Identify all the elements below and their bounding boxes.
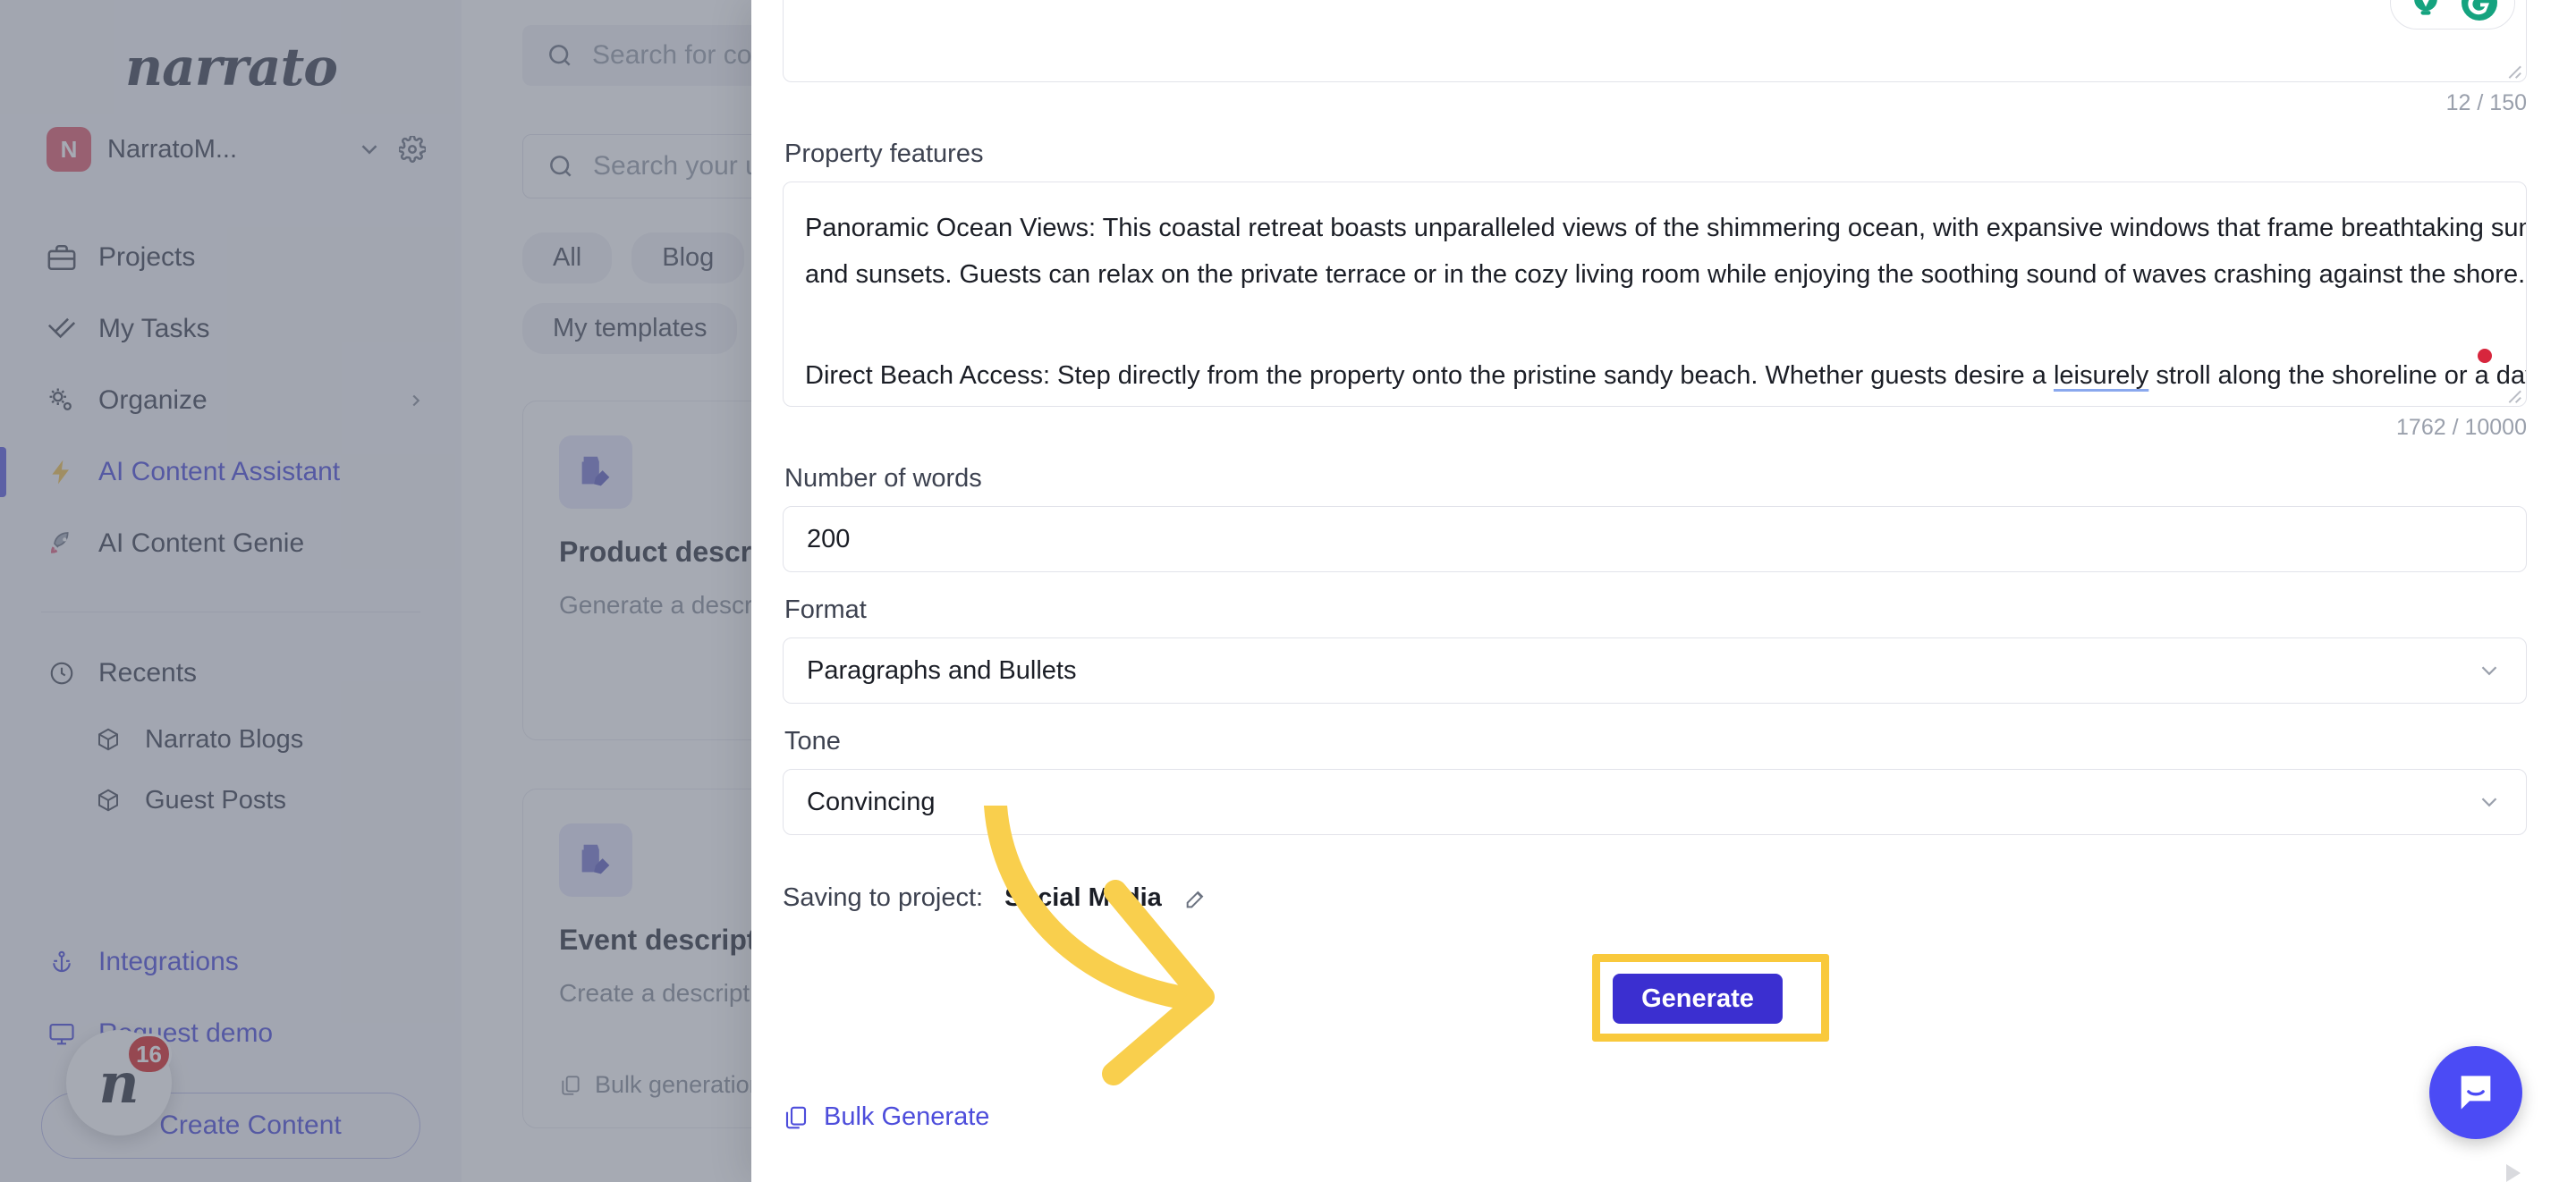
scroll-indicator-icon[interactable] — [2506, 1164, 2521, 1182]
copy-icon — [785, 1106, 807, 1128]
annotation-arrow — [984, 806, 1215, 1085]
grammarly-g-icon[interactable] — [2457, 0, 2502, 25]
intercom-chat-icon — [2461, 1076, 2491, 1110]
property-features-label: Property features — [784, 139, 984, 168]
line-text-before: Direct Beach Access: Step directly from … — [805, 361, 2054, 391]
textarea-line-with-suggestion: Direct Beach Access: Step directly from … — [805, 353, 2526, 400]
saving-to-project-label: Saving to project: — [783, 883, 984, 912]
ai-content-assistant-panel: 12 / 150 Property features Panoramic Oce… — [751, 0, 2576, 1182]
top-field-counter: 12 / 150 — [2445, 90, 2527, 115]
generate-button[interactable]: Generate — [1613, 974, 1783, 1024]
number-of-words-label: Number of words — [784, 464, 982, 493]
grammarly-suggestion-word[interactable]: leisurely — [2054, 361, 2148, 390]
property-features-textarea[interactable]: Panoramic Ocean Views: This coastal retr… — [783, 182, 2527, 407]
tone-label: Tone — [784, 727, 841, 756]
format-value: Paragraphs and Bullets — [807, 655, 1077, 685]
textarea-line: Panoramic Ocean Views: This coastal retr… — [805, 214, 2527, 242]
resize-handle-icon[interactable] — [2503, 384, 2522, 404]
screen-root: narrato N NarratoM... Projects — [0, 0, 2576, 1182]
format-select[interactable]: Paragraphs and Bullets — [783, 637, 2527, 704]
edit-pencil-icon[interactable] — [1183, 886, 1208, 911]
saving-to-project-value: Social Media — [1004, 883, 1162, 912]
number-of-words-value: 200 — [807, 524, 851, 553]
saving-to-project-row: Saving to project: Social Media — [783, 883, 2527, 913]
line-text-after: stroll along the shoreline or a day of — [2148, 361, 2527, 391]
bulk-generate-label: Bulk Generate — [824, 1102, 990, 1131]
top-input-field[interactable] — [783, 0, 2527, 82]
textarea-line: and sunsets. Guests can relax on the pri… — [805, 259, 2526, 289]
intercom-chat-button[interactable] — [2429, 1046, 2522, 1139]
chevron-down-icon — [2481, 798, 2497, 807]
grammarly-issue-marker[interactable] — [2478, 349, 2492, 363]
grammarly-bulb-icon[interactable] — [2403, 0, 2448, 25]
grammarly-toolbar[interactable] — [2390, 0, 2515, 30]
generate-area: Generate — [783, 806, 2527, 1101]
tone-select[interactable]: Convincing — [783, 769, 2527, 835]
bulk-generate-link[interactable]: Bulk Generate — [783, 1102, 2527, 1182]
resize-handle-icon[interactable] — [2503, 60, 2522, 80]
chevron-down-icon — [2481, 666, 2497, 676]
tone-value: Convincing — [807, 787, 936, 816]
textarea-blank-line — [805, 298, 2496, 353]
format-label: Format — [784, 595, 867, 624]
number-of-words-input[interactable]: 200 — [783, 506, 2527, 572]
property-features-counter: 1762 / 10000 — [2396, 415, 2527, 440]
